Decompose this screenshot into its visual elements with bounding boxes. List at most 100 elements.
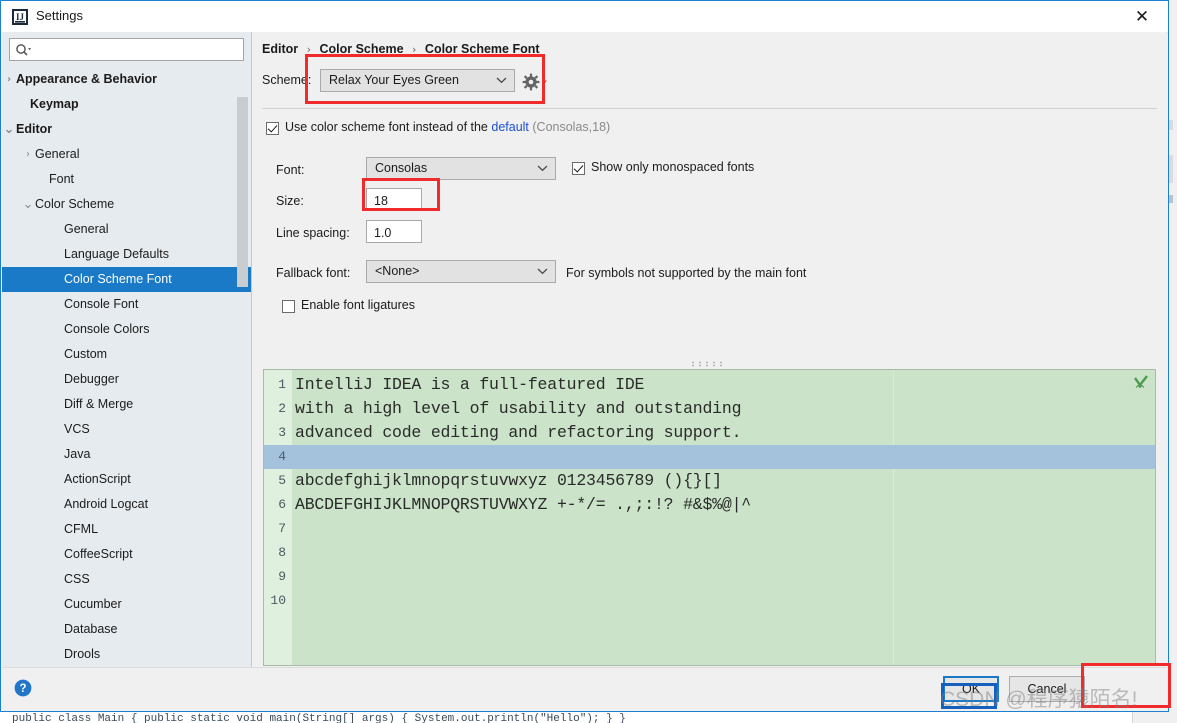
preview-splitter[interactable]	[263, 359, 1151, 368]
sidebar-item-label: General	[2, 142, 251, 167]
sidebar-item-cfml[interactable]: CFML	[2, 517, 251, 542]
sidebar-item-label: Console Font	[2, 292, 251, 317]
ok-button[interactable]: OK	[943, 676, 999, 702]
preview-line-number: 2	[264, 397, 286, 421]
fallback-font-label: Fallback font:	[276, 266, 350, 280]
enable-ligatures-label: Enable font ligatures	[301, 298, 415, 312]
sidebar-item-console-colors[interactable]: Console Colors	[2, 317, 251, 342]
svg-text:IJ: IJ	[16, 12, 25, 22]
cancel-button[interactable]: Cancel	[1009, 676, 1085, 702]
line-spacing-input[interactable]	[372, 223, 418, 242]
preview-line-number: 3	[264, 421, 286, 445]
preview-line-number: 1	[264, 373, 286, 397]
sidebar-item-general[interactable]: General	[2, 217, 251, 242]
sidebar-item-actionscript[interactable]: ActionScript	[2, 467, 251, 492]
show-monospaced-label: Show only monospaced fonts	[591, 160, 754, 174]
search-box[interactable]	[9, 38, 244, 61]
sidebar-item-console-font[interactable]: Console Font	[2, 292, 251, 317]
sidebar-item-label: ActionScript	[2, 467, 251, 492]
breadcrumb-part-3: Color Scheme Font	[425, 42, 540, 56]
search-input[interactable]	[36, 41, 240, 60]
scheme-gear-button[interactable]	[522, 72, 550, 92]
default-font-link[interactable]: default	[491, 120, 529, 134]
sidebar-item-drools[interactable]: Drools	[2, 642, 251, 667]
sidebar-item-database[interactable]: Database	[2, 617, 251, 642]
sidebar-item-appearance-behavior[interactable]: ›Appearance & Behavior	[2, 67, 251, 92]
preview-line: 1 IntelliJ IDEA is a full-featured IDE	[264, 373, 1155, 397]
sidebar-scrollbar-thumb[interactable]	[237, 97, 248, 287]
sidebar-item-css[interactable]: CSS	[2, 567, 251, 592]
svg-text:?: ?	[19, 683, 26, 695]
font-preview-editor[interactable]: 1 IntelliJ IDEA is a full-featured IDE 2 wi…	[263, 369, 1156, 666]
sidebar-item-android-logcat[interactable]: Android Logcat	[2, 492, 251, 517]
preview-line-text: abcdefghijklmnopqrstuvwxyz 0123456789 ()…	[295, 469, 722, 493]
sidebar-item-label: Diff & Merge	[2, 392, 251, 417]
preview-line-text: advanced code editing and refactoring su…	[295, 421, 741, 445]
breadcrumb: Editor › Color Scheme › Color Scheme Fon…	[262, 42, 540, 56]
sidebar-item-keymap[interactable]: Keymap	[2, 92, 251, 117]
sidebar-item-label: Console Colors	[2, 317, 251, 342]
sidebar-item-java[interactable]: Java	[2, 442, 251, 467]
settings-sidebar: ›Appearance & BehaviorKeymap⌄Editor›Gene…	[2, 32, 252, 680]
sidebar-item-label: CSS	[2, 567, 251, 592]
sidebar-item-vcs[interactable]: VCS	[2, 417, 251, 442]
sidebar-item-label: Language Defaults	[2, 242, 251, 267]
preview-line-number: 9	[264, 565, 286, 589]
enable-ligatures-checkbox[interactable]	[282, 300, 295, 313]
preview-line-number: 4	[264, 445, 286, 469]
preview-line-number: 6	[264, 493, 286, 517]
sidebar-item-diff-merge[interactable]: Diff & Merge	[2, 392, 251, 417]
preview-line: 3 advanced code editing and refactoring s…	[264, 421, 1155, 445]
sidebar-item-label: Drools	[2, 642, 251, 667]
sidebar-item-custom[interactable]: Custom	[2, 342, 251, 367]
line-spacing-input-box[interactable]	[366, 220, 422, 243]
sidebar-item-label: Java	[2, 442, 251, 467]
use-color-scheme-font-checkbox[interactable]	[266, 122, 279, 135]
scheme-select-value: Relax Your Eyes Green	[329, 73, 459, 87]
fallback-font-select[interactable]: <None>	[366, 260, 556, 283]
preview-lines: 1 IntelliJ IDEA is a full-featured IDE 2 wi…	[264, 373, 1155, 613]
chevron-down-icon[interactable]: ⌄	[21, 192, 35, 217]
preview-line-number: 10	[264, 589, 286, 613]
size-input[interactable]	[372, 191, 418, 210]
sidebar-item-editor[interactable]: ⌄Editor	[2, 117, 251, 142]
help-question-icon[interactable]: ?	[14, 679, 32, 697]
dialog-titlebar: IJ Settings ✕	[1, 1, 1168, 33]
sidebar-item-debugger[interactable]: Debugger	[2, 367, 251, 392]
sidebar-item-label: Android Logcat	[2, 492, 251, 517]
sidebar-item-cucumber[interactable]: Cucumber	[2, 592, 251, 617]
font-select[interactable]: Consolas	[366, 157, 556, 180]
sidebar-item-label: Database	[2, 617, 251, 642]
preview-line: 10	[264, 589, 1155, 613]
search-icon	[15, 43, 31, 57]
sidebar-item-font[interactable]: Font	[2, 167, 251, 192]
preview-line-text: IntelliJ IDEA is a full-featured IDE	[295, 373, 644, 397]
background-code-line: public class Main { public static void m…	[12, 713, 952, 723]
scheme-select[interactable]: Relax Your Eyes Green	[320, 69, 515, 92]
breadcrumb-part-2: Color Scheme	[319, 42, 403, 56]
chevron-right-icon[interactable]: ›	[2, 67, 16, 92]
preview-line: 7	[264, 517, 1155, 541]
chevron-right-icon[interactable]: ›	[21, 142, 35, 167]
sidebar-item-coffeescript[interactable]: CoffeeScript	[2, 542, 251, 567]
scheme-label: Scheme:	[262, 73, 311, 87]
sidebar-item-label: CFML	[2, 517, 251, 542]
close-icon[interactable]: ✕	[1124, 5, 1160, 29]
breadcrumb-separator-icon: ›	[302, 43, 316, 56]
size-input-box[interactable]	[366, 188, 422, 211]
chevron-down-icon[interactable]: ⌄	[2, 117, 16, 142]
dialog-title: Settings	[36, 8, 83, 23]
sidebar-item-language-defaults[interactable]: Language Defaults	[2, 242, 251, 267]
sidebar-item-general[interactable]: ›General	[2, 142, 251, 167]
sidebar-scrollbar-track[interactable]	[237, 67, 248, 678]
inspection-checkmark-icon[interactable]	[1133, 374, 1149, 390]
sidebar-item-label: Color Scheme	[2, 192, 251, 217]
chevron-down-icon	[537, 265, 548, 278]
show-monospaced-checkbox[interactable]	[572, 162, 585, 175]
chevron-down-icon	[496, 74, 507, 87]
sidebar-item-color-scheme[interactable]: ⌄Color Scheme	[2, 192, 251, 217]
breadcrumb-separator-icon: ›	[407, 43, 421, 56]
sidebar-item-label: Keymap	[2, 92, 251, 117]
sidebar-item-color-scheme-font[interactable]: Color Scheme Font	[2, 267, 251, 292]
preview-line-text: with a high level of usability and outst…	[295, 397, 741, 421]
